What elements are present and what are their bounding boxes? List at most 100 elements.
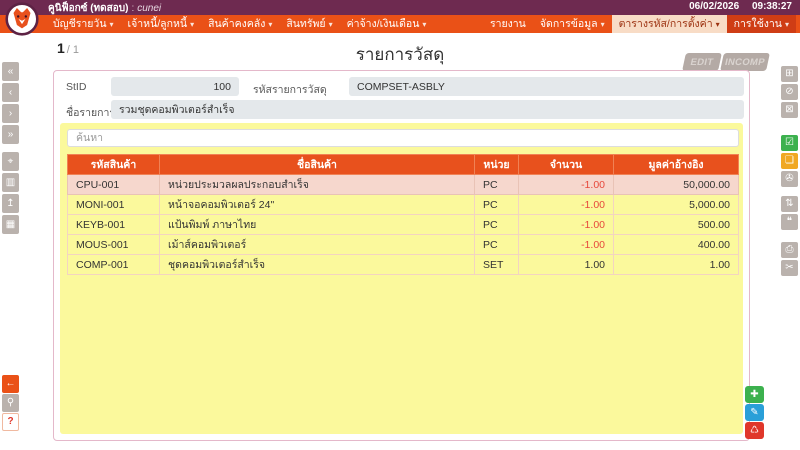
bar-chart-icon: ▥ — [6, 178, 15, 188]
table-row[interactable]: MONI-001หน้าจอคอมพิวเตอร์ 24"PC-1.005,00… — [68, 195, 739, 215]
plus-icon: ✚ — [750, 389, 758, 400]
col-product-name[interactable]: ชื่อสินค้า — [160, 155, 475, 175]
file-x-icon: ⊠ — [785, 105, 793, 115]
scissors-icon: ✂ — [785, 263, 793, 273]
app-title-separator: : — [128, 3, 137, 14]
find-button[interactable]: ⌖ — [2, 152, 19, 171]
menu-data-management[interactable]: จัดการข้อมูล▾ — [533, 15, 612, 33]
upload-icon: ↥ — [6, 199, 14, 209]
material-name-field[interactable] — [111, 100, 744, 119]
edit-disabled-icon: ⊘ — [785, 87, 793, 97]
nav-prev-button[interactable]: ‹ — [2, 83, 19, 102]
current-time: 09:38:27 — [752, 1, 792, 12]
sort-arrows-icon: ⇅ — [785, 199, 793, 209]
chevron-down-icon: ▾ — [268, 20, 272, 29]
next-record-icon: › — [9, 109, 12, 119]
document-button[interactable]: ❏ — [781, 153, 798, 169]
menu-left: บัญชีรายวัน▾ เจ้าหนี้/ลูกหนี้▾ สินค้าคงค… — [46, 15, 433, 33]
detail-area: รหัสสินค้า ชื่อสินค้า หน่วย จำนวน มูลค่า… — [60, 123, 743, 434]
fox-logo — [5, 2, 39, 36]
items-table: รหัสสินค้า ชื่อสินค้า หน่วย จำนวน มูลค่า… — [67, 154, 739, 275]
approve-button[interactable]: ☑ — [781, 135, 798, 151]
material-code-label: รหัสรายการวัสดุ — [253, 81, 327, 98]
new-record-button[interactable]: ⊞ — [781, 66, 798, 82]
pencil-icon: ✎ — [750, 407, 758, 418]
pin-icon: ⚲ — [7, 398, 14, 408]
chevron-down-icon: ▾ — [716, 20, 720, 29]
pin-button[interactable]: ⚲ — [2, 394, 19, 412]
comment-button[interactable]: ❝ — [781, 214, 798, 230]
stid-label: StID — [66, 81, 86, 93]
printer-icon: ⎙ — [786, 245, 794, 255]
menu-payroll[interactable]: ค่าจ้าง/เงินเดือน▾ — [340, 15, 434, 33]
chevron-down-icon: ▾ — [190, 20, 194, 29]
compare-button[interactable]: ⇅ — [781, 196, 798, 212]
print-button[interactable]: ⎙ — [781, 242, 798, 258]
menu-right: รายงาน จัดการข้อมูล▾ ตารางรหัส/การตั้งค่… — [483, 15, 796, 33]
chevron-down-icon: ▾ — [110, 20, 114, 29]
stid-field[interactable] — [111, 77, 239, 96]
table-row[interactable]: MOUS-001เม้าส์คอมพิวเตอร์PC-1.00400.00 — [68, 235, 739, 255]
delete-row-button[interactable]: ♺ — [745, 422, 764, 439]
edit-record-button[interactable]: ⊘ — [781, 84, 798, 100]
comment-icon: ❝ — [787, 217, 792, 227]
edit-row-button[interactable]: ✎ — [745, 404, 764, 421]
menu-daily-journal[interactable]: บัญชีรายวัน▾ — [46, 15, 121, 33]
help-button[interactable]: ? — [2, 413, 19, 431]
menubar: บัญชีรายวัน▾ เจ้าหนี้/ลูกหนี้▾ สินค้าคงค… — [0, 15, 800, 33]
logged-in-user: cunei — [137, 3, 161, 14]
search-icon: ⌖ — [8, 157, 14, 167]
table-row[interactable]: KEYB-001แป้นพิมพ์ ภาษาไทยPC-1.00500.00 — [68, 215, 739, 235]
document-icon: ❏ — [785, 156, 794, 166]
back-button[interactable]: ← — [2, 375, 19, 393]
chevron-down-icon: ▾ — [785, 20, 789, 29]
last-record-icon: » — [8, 130, 14, 140]
nav-last-button[interactable]: » — [2, 125, 19, 144]
titlebar: คูนิฟ็อกซ์ (ทดสอบ):cunei 06/02/2026 09:3… — [0, 0, 800, 15]
menu-payable-receivable[interactable]: เจ้าหนี้/ลูกหนี้▾ — [121, 15, 202, 33]
items-table-header: รหัสสินค้า ชื่อสินค้า หน่วย จำนวน มูลค่า… — [68, 155, 739, 175]
nav-next-button[interactable]: › — [2, 104, 19, 123]
back-arrow-icon: ← — [6, 379, 16, 389]
add-row-button[interactable]: ✚ — [745, 386, 764, 403]
table-row[interactable]: COMP-001ชุดคอมพิวเตอร์สำเร็จSET1.001.00 — [68, 255, 739, 275]
chevron-down-icon: ▾ — [422, 20, 426, 29]
page-title: รายการวัสดุ — [0, 41, 800, 68]
record-panel: StID รหัสรายการวัสดุ ชื่อรายการวัสดุ รหั… — [53, 70, 750, 441]
chevron-down-icon: ▾ — [601, 20, 605, 29]
datetime: 06/02/2026 09:38:27 — [679, 1, 792, 12]
trash-icon: ♺ — [750, 425, 759, 436]
cut-button[interactable]: ✂ — [781, 260, 798, 276]
previous-record-icon: ‹ — [9, 88, 12, 98]
chart-button[interactable]: ▥ — [2, 173, 19, 192]
table-row[interactable]: CPU-001หน่วยประมวลผลประกอบสำเร็จPC-1.005… — [68, 175, 739, 195]
col-quantity[interactable]: จำนวน — [519, 155, 614, 175]
grid-view-button[interactable]: ▦ — [2, 215, 19, 234]
app-title: คูนิฟ็อกซ์ (ทดสอบ):cunei — [48, 1, 161, 16]
checkbox-icon: ☑ — [785, 138, 794, 148]
col-reference-value[interactable]: มูลค่าอ้างอิง — [614, 155, 739, 175]
file-plus-icon: ⊞ — [785, 69, 793, 79]
app-window: คูนิฟ็อกซ์ (ทดสอบ):cunei 06/02/2026 09:3… — [0, 0, 800, 450]
current-date: 06/02/2026 — [689, 1, 739, 12]
search-input[interactable] — [67, 129, 739, 147]
chevron-down-icon: ▾ — [329, 20, 333, 29]
delete-record-button[interactable]: ⊠ — [781, 102, 798, 118]
upload-button[interactable]: ↥ — [2, 194, 19, 213]
material-code-field[interactable] — [349, 77, 744, 96]
menu-reports[interactable]: รายงาน — [483, 15, 533, 33]
edit-button[interactable]: EDIT — [682, 53, 722, 71]
col-unit[interactable]: หน่วย — [475, 155, 519, 175]
menu-code-tables-settings[interactable]: ตารางรหัส/การตั้งค่า▾ — [612, 15, 727, 33]
help-icon: ? — [7, 417, 13, 427]
incomp-button[interactable]: INCOMP — [720, 53, 770, 71]
nav-first-button[interactable]: « — [2, 62, 19, 81]
attach-button[interactable]: ✇ — [781, 171, 798, 187]
app-name: คูนิฟ็อกซ์ (ทดสอบ) — [48, 3, 128, 14]
menu-assets[interactable]: สินทรัพย์▾ — [279, 15, 339, 33]
col-product-code[interactable]: รหัสสินค้า — [68, 155, 160, 175]
first-record-icon: « — [8, 67, 14, 77]
paperclip-icon: ✇ — [785, 174, 793, 184]
menu-usage[interactable]: การใช้งาน▾ — [727, 15, 796, 33]
menu-inventory[interactable]: สินค้าคงคลัง▾ — [201, 15, 279, 33]
